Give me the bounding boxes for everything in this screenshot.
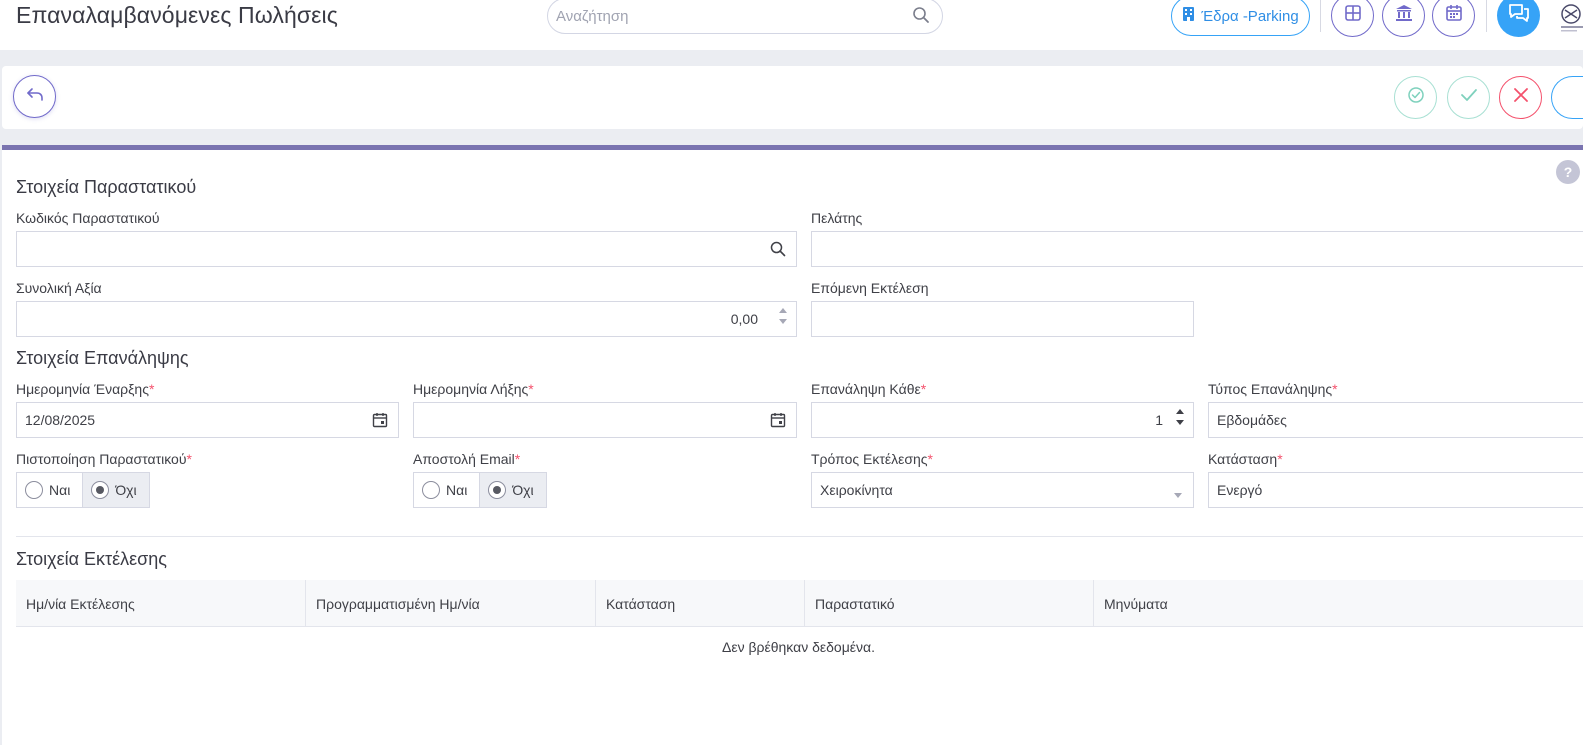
column-header[interactable]: Ημ/νία Εκτέλεσης bbox=[16, 580, 306, 627]
repeat-every-label: Επανάληψη Κάθε* bbox=[811, 381, 927, 397]
column-header[interactable]: Μηνύματα bbox=[1094, 580, 1583, 627]
radio-checked-icon bbox=[488, 481, 507, 499]
email-yes-option[interactable]: Ναι bbox=[414, 473, 479, 507]
header-divider bbox=[1486, 0, 1487, 32]
chat-icon bbox=[1508, 3, 1530, 28]
grid-icon bbox=[1344, 4, 1362, 27]
form-card: ? Στοιχεία Παραστατικού Κωδικός Παραστατ… bbox=[2, 145, 1583, 745]
close-icon bbox=[1513, 87, 1529, 108]
radio-checked-icon bbox=[91, 481, 110, 499]
execution-table: Ημ/νία Εκτέλεσης Προγραμματισμένη Ημ/νία… bbox=[16, 580, 1583, 667]
end-date-label: Ημερομηνία Λήξης* bbox=[413, 381, 534, 397]
next-run-field[interactable] bbox=[811, 301, 1194, 337]
cancel-button[interactable] bbox=[1499, 76, 1542, 119]
column-header[interactable]: Παραστατικό bbox=[805, 580, 1094, 627]
global-search[interactable] bbox=[547, 0, 943, 34]
search-input[interactable] bbox=[556, 5, 896, 27]
stepper-down-icon bbox=[1176, 420, 1184, 425]
bank-button[interactable] bbox=[1382, 0, 1425, 37]
calendar-button[interactable] bbox=[1432, 0, 1475, 37]
status-value: Ενεργό bbox=[1217, 482, 1263, 498]
execution-section-title: Στοιχεία Εκτέλεσης bbox=[16, 549, 167, 569]
form-toolbar bbox=[2, 66, 1583, 129]
back-button[interactable] bbox=[13, 75, 56, 118]
repeat-type-label: Τύπος Επανάληψης* bbox=[1208, 381, 1338, 397]
email-radio-group: Ναι Όχι bbox=[413, 472, 547, 508]
exec-mode-select[interactable]: Χειροκίνητα bbox=[811, 472, 1194, 508]
top-header: Επαναλαμβανόμενες Πωλήσεις Έδρα -Parking bbox=[0, 0, 1583, 50]
total-stepper[interactable] bbox=[778, 307, 788, 325]
radio-icon bbox=[25, 481, 43, 499]
calendar-icon bbox=[1445, 4, 1463, 27]
stepper-up-icon bbox=[779, 308, 787, 313]
chevron-down-icon bbox=[1173, 486, 1183, 504]
next-run-label: Επόμενη Εκτέλεση bbox=[811, 280, 929, 296]
status-select[interactable]: Ενεργό bbox=[1208, 472, 1583, 508]
search-icon[interactable] bbox=[770, 241, 786, 262]
undo-arrow-icon bbox=[26, 86, 44, 107]
bank-icon bbox=[1395, 4, 1413, 27]
doc-code-label: Κωδικός Παραστατικού bbox=[16, 210, 160, 226]
calendar-icon[interactable] bbox=[372, 412, 388, 433]
check-circle-icon bbox=[1407, 86, 1425, 109]
building-icon bbox=[1182, 6, 1195, 26]
start-date-field[interactable]: 12/08/2025 bbox=[16, 402, 399, 438]
exec-mode-label: Τρόπος Εκτέλεσης* bbox=[811, 451, 933, 467]
save-button[interactable] bbox=[1447, 76, 1490, 119]
exec-mode-value: Χειροκίνητα bbox=[820, 482, 893, 498]
stepper-up-icon bbox=[1176, 409, 1184, 414]
repeat-every-stepper[interactable] bbox=[1175, 408, 1185, 426]
help-icon[interactable]: ? bbox=[1556, 160, 1580, 184]
end-date-field[interactable] bbox=[413, 402, 797, 438]
search-icon[interactable] bbox=[912, 6, 930, 29]
certify-label: Πιστοποίηση Παραστατικού* bbox=[16, 451, 192, 467]
stepper-down-icon bbox=[779, 319, 787, 324]
email-label: Αποστολή Email* bbox=[413, 451, 521, 467]
email-no-option[interactable]: Όχι bbox=[479, 473, 546, 507]
table-header: Ημ/νία Εκτέλεσης Προγραμματισμένη Ημ/νία… bbox=[16, 580, 1583, 627]
customer-label: Πελάτης bbox=[811, 210, 863, 226]
chat-button[interactable] bbox=[1497, 0, 1540, 37]
start-date-label: Ημερομηνία Έναρξης* bbox=[16, 381, 155, 397]
customer-field[interactable] bbox=[811, 231, 1583, 267]
more-actions-button[interactable] bbox=[1551, 76, 1583, 119]
certify-no-option[interactable]: Όχι bbox=[82, 473, 149, 507]
start-date-value: 12/08/2025 bbox=[25, 412, 96, 428]
total-amount-field[interactable]: 0,00 bbox=[16, 301, 797, 337]
status-label: Κατάσταση* bbox=[1208, 451, 1283, 467]
repeat-type-select[interactable]: Εβδομάδες bbox=[1208, 402, 1583, 438]
save-and-validate-button[interactable] bbox=[1394, 76, 1437, 119]
company-logo bbox=[1553, 0, 1583, 40]
branch-selector-button[interactable]: Έδρα -Parking bbox=[1171, 0, 1310, 36]
header-divider bbox=[1320, 0, 1321, 32]
empty-table-message: Δεν βρέθηκαν δεδομένα. bbox=[721, 639, 876, 655]
doc-code-field[interactable] bbox=[16, 231, 797, 267]
check-icon bbox=[1459, 86, 1479, 109]
page-title: Επαναλαμβανόμενες Πωλήσεις bbox=[16, 2, 338, 28]
doc-section-title: Στοιχεία Παραστατικού bbox=[16, 177, 197, 197]
branch-label: Έδρα -Parking bbox=[1201, 7, 1299, 25]
certify-yes-option[interactable]: Ναι bbox=[17, 473, 82, 507]
total-label: Συνολική Αξία bbox=[16, 280, 102, 296]
column-header[interactable]: Κατάσταση bbox=[596, 580, 805, 627]
repeat-every-value: 1 bbox=[1155, 412, 1163, 428]
repeat-type-value: Εβδομάδες bbox=[1217, 412, 1287, 428]
section-divider bbox=[16, 536, 1583, 537]
grid-button[interactable] bbox=[1331, 0, 1374, 37]
repeat-every-field[interactable]: 1 bbox=[811, 402, 1194, 438]
total-amount-value: 0,00 bbox=[730, 311, 758, 327]
certify-radio-group: Ναι Όχι bbox=[16, 472, 150, 508]
radio-icon bbox=[422, 481, 440, 499]
column-header[interactable]: Προγραμματισμένη Ημ/νία bbox=[306, 580, 596, 627]
repeat-section-title: Στοιχεία Επανάληψης bbox=[16, 348, 189, 368]
calendar-icon[interactable] bbox=[770, 412, 786, 433]
